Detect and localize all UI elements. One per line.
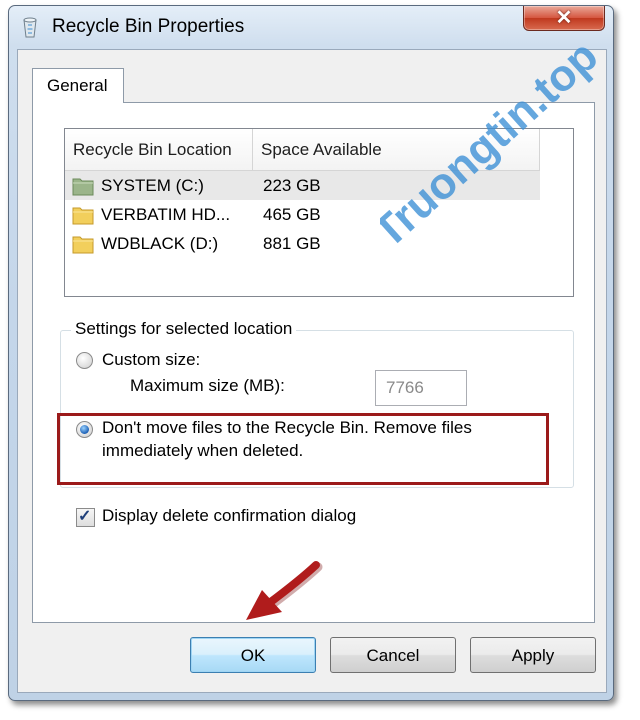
list-item[interactable]: VERBATIM HD... 465 GB [65,200,540,229]
ok-button[interactable]: OK [190,637,316,673]
column-header-location[interactable]: Recycle Bin Location [65,129,253,170]
settings-group-label: Settings for selected location [71,319,297,339]
properties-window: Recycle Bin Properties ✕ General Recycle… [8,5,614,701]
list-item-space: 465 GB [263,205,321,224]
recycle-bin-icon [23,17,37,38]
ok-button-label: OK [240,646,266,665]
max-size-input[interactable]: 7766 [375,370,467,406]
cancel-button-label: Cancel [366,646,420,665]
list-item-space: 881 GB [263,234,321,253]
tab-general-label: General [47,76,108,95]
column-header-space[interactable]: Space Available [253,129,540,170]
column-header-location-label: Recycle Bin Location [73,140,232,159]
list-item[interactable]: WDBLACK (D:) 881 GB [65,229,540,258]
highlight-box [57,413,549,485]
column-header-space-label: Space Available [261,140,382,159]
apply-button[interactable]: Apply [470,637,596,673]
confirm-dialog-checkbox[interactable]: ✓ [76,508,95,527]
close-button[interactable]: ✕ [523,6,605,31]
list-item-name: VERBATIM HD... [101,205,231,224]
checkmark-icon: ✓ [78,508,92,525]
drive-folder-icon [72,178,94,196]
confirm-dialog-label[interactable]: Display delete confirmation dialog [102,506,356,526]
folder-icon [72,236,94,254]
custom-size-radio[interactable] [76,352,93,369]
max-size-label: Maximum size (MB): [130,376,285,395]
close-icon: ✕ [555,7,573,29]
tab-general[interactable]: General [32,68,124,103]
folder-icon [72,207,94,225]
title-bar[interactable]: Recycle Bin Properties ✕ [9,6,613,46]
apply-button-label: Apply [511,646,555,665]
cancel-button[interactable]: Cancel [330,637,456,673]
list-item[interactable]: SYSTEM (C:) 223 GB [65,171,540,200]
list-item-space: 223 GB [263,176,321,195]
list-item-name: SYSTEM (C:) [101,176,204,195]
general-tab-panel: Recycle Bin Location Space Available SYS… [32,102,595,623]
max-size-value: 7766 [386,378,424,397]
custom-size-label[interactable]: Custom size: [102,350,200,370]
recycle-bin-location-list[interactable]: Recycle Bin Location Space Available SYS… [64,128,574,297]
list-item-name: WDBLACK (D:) [101,234,219,253]
dialog-client-area: General Recycle Bin Location Space Avail… [17,49,607,693]
window-title: Recycle Bin Properties [52,16,245,37]
list-header: Recycle Bin Location Space Available [65,129,540,171]
